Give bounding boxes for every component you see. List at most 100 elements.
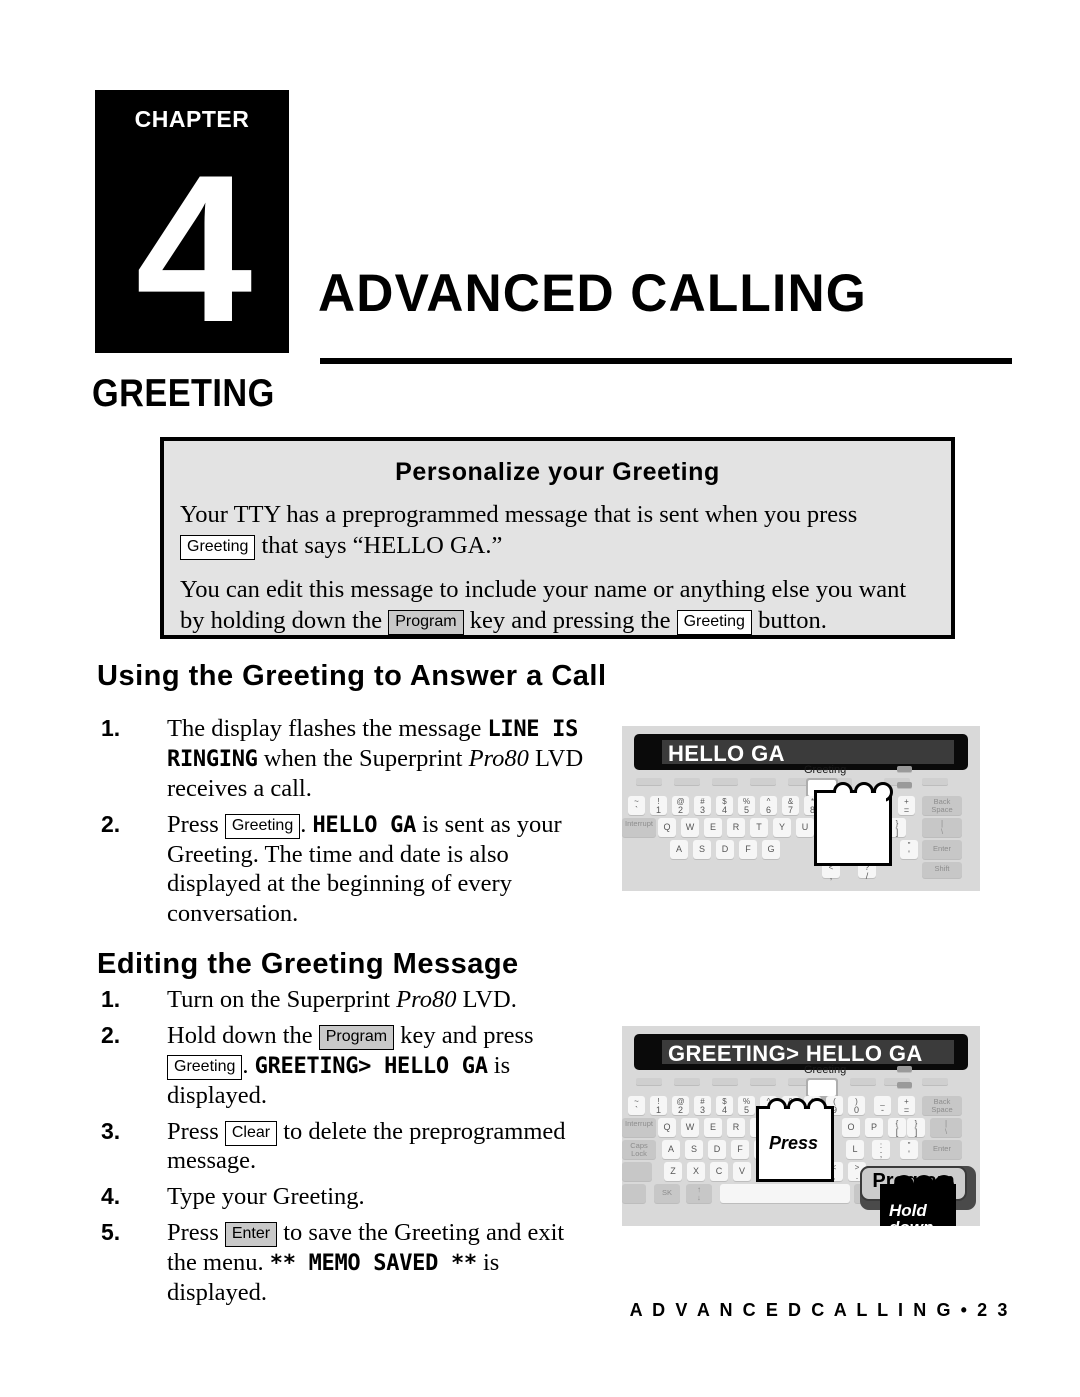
key-w[interactable]: W bbox=[681, 1118, 699, 1137]
key-equal[interactable]: + = bbox=[898, 796, 915, 815]
key-2[interactable]: @2 bbox=[672, 1096, 689, 1115]
greeting-key-label: Greeting bbox=[804, 1064, 847, 1076]
key-enter[interactable]: Enter bbox=[922, 1140, 962, 1159]
key-caps-lock[interactable]: Caps Lock bbox=[622, 1140, 656, 1159]
key-shift[interactable]: Shift bbox=[922, 862, 962, 878]
key-equal[interactable]: + = bbox=[898, 1096, 915, 1115]
key-q[interactable]: Q bbox=[658, 818, 676, 837]
key-s[interactable]: S bbox=[693, 840, 711, 859]
key-o[interactable]: O bbox=[842, 1118, 860, 1137]
key-e[interactable]: E bbox=[704, 818, 722, 837]
enter-keycap[interactable]: Enter bbox=[224, 1222, 278, 1248]
key-quote[interactable]: " ' bbox=[900, 840, 918, 859]
key-minus[interactable]: _- bbox=[874, 1096, 891, 1115]
callout-paragraph-1: Your TTY has a preprogrammed message tha… bbox=[180, 499, 935, 562]
key-f[interactable]: F bbox=[739, 840, 757, 859]
key-bracket-right[interactable]: }] bbox=[907, 1118, 925, 1137]
chapter-badge: CHAPTER 4 bbox=[95, 90, 289, 353]
section-heading-greeting: GREETING bbox=[92, 372, 275, 415]
function-key-blank[interactable] bbox=[712, 1078, 738, 1085]
key-4[interactable]: $4 bbox=[716, 1096, 733, 1115]
key-s[interactable]: S bbox=[685, 1140, 703, 1159]
key-control[interactable] bbox=[622, 1184, 646, 1203]
key-u[interactable]: U bbox=[796, 818, 814, 837]
key-interrupt[interactable]: Interrupt bbox=[622, 1118, 656, 1137]
key-interrupt[interactable]: Interrupt bbox=[622, 818, 656, 837]
key-4[interactable]: $4 bbox=[716, 796, 733, 815]
key-shift-left[interactable] bbox=[622, 1162, 652, 1181]
key-arrow[interactable]: ↑ ↓ bbox=[686, 1184, 712, 1203]
key-6[interactable]: ^6 bbox=[760, 796, 777, 815]
clear-keycap[interactable]: Clear bbox=[224, 1120, 278, 1146]
pointing-hand-icon: Press bbox=[756, 1098, 834, 1182]
key-tilde[interactable]: ~ ` bbox=[628, 1096, 645, 1115]
key-g[interactable]: G bbox=[762, 840, 780, 859]
key-bracket-left[interactable]: {[ bbox=[888, 1118, 906, 1137]
key-3[interactable]: #3 bbox=[694, 796, 711, 815]
key-v[interactable]: V bbox=[733, 1162, 751, 1181]
key-d[interactable]: D bbox=[708, 1140, 726, 1159]
step-number: 3. bbox=[101, 1117, 121, 1144]
function-key-blank[interactable] bbox=[674, 1078, 700, 1085]
steps-using-greeting: 1. The display flashes the message LINE … bbox=[97, 714, 597, 935]
lcd-text: ** MEMO SAVED ** bbox=[269, 1251, 477, 1276]
function-key-blank[interactable] bbox=[750, 1078, 776, 1085]
key-r[interactable]: R bbox=[727, 1118, 745, 1137]
key-q[interactable]: Q bbox=[658, 1118, 676, 1137]
key-space[interactable] bbox=[720, 1184, 850, 1203]
key-f[interactable]: F bbox=[731, 1140, 749, 1159]
key-tilde[interactable]: ~ ` bbox=[628, 796, 645, 815]
function-key-blank[interactable] bbox=[712, 778, 738, 785]
function-key-blank[interactable] bbox=[674, 778, 700, 785]
document-page: CHAPTER 4 ADVANCED CALLING GREETING Pers… bbox=[0, 0, 1080, 1397]
key-semicolon[interactable]: :; bbox=[872, 1140, 890, 1159]
key-1[interactable]: ! 1 bbox=[650, 796, 667, 815]
key-t[interactable]: T bbox=[750, 818, 768, 837]
key-backslash[interactable]: | \ bbox=[922, 818, 962, 837]
function-key-blank[interactable] bbox=[750, 778, 776, 785]
key-0[interactable]: )0 bbox=[848, 1096, 865, 1115]
function-key-blank[interactable] bbox=[922, 1078, 948, 1085]
key-backspace[interactable]: Back Space bbox=[922, 796, 962, 815]
keyboard-graphic: Greeting ~` !1 @2 #3 $4 %5 ^6 &7 *8 (9 )… bbox=[622, 1064, 980, 1226]
key-3[interactable]: #3 bbox=[694, 1096, 711, 1115]
key-w[interactable]: W bbox=[681, 818, 699, 837]
key-7[interactable]: &7 bbox=[782, 796, 799, 815]
step-number: 5. bbox=[101, 1219, 121, 1246]
key-l[interactable]: L bbox=[846, 1140, 864, 1159]
key-a[interactable]: A bbox=[662, 1140, 680, 1159]
function-key-blank[interactable] bbox=[636, 778, 662, 785]
key-quote[interactable]: " ' bbox=[900, 1140, 918, 1159]
key-z[interactable]: Z bbox=[664, 1162, 682, 1181]
key-p[interactable]: P bbox=[865, 1118, 883, 1137]
greeting-keycap[interactable]: Greeting bbox=[180, 535, 256, 561]
key-backspace[interactable]: Back Space bbox=[922, 1096, 962, 1115]
press-label: Press bbox=[769, 1133, 819, 1153]
keyboard-graphic: Greeting ~` !1 @2 #3 $4 %5 ^6 &7 *8 (9 )… bbox=[622, 764, 980, 891]
key-a[interactable]: A bbox=[670, 840, 688, 859]
function-key-blank[interactable] bbox=[850, 1078, 876, 1085]
key-1[interactable]: ! 1 bbox=[650, 1096, 667, 1115]
function-key-blank[interactable] bbox=[922, 778, 948, 785]
program-keycap[interactable]: Program bbox=[318, 1024, 395, 1050]
key-enter[interactable]: Enter bbox=[922, 840, 962, 859]
key-2[interactable]: @2 bbox=[672, 796, 689, 815]
key-d[interactable]: D bbox=[716, 840, 734, 859]
key-c[interactable]: C bbox=[710, 1162, 728, 1181]
key-5[interactable]: % 5 bbox=[738, 796, 755, 815]
function-key-blank[interactable] bbox=[636, 1078, 662, 1085]
key-backslash[interactable]: | \ bbox=[930, 1118, 962, 1137]
key-x[interactable]: X bbox=[687, 1162, 705, 1181]
indicator-blank bbox=[897, 766, 912, 772]
greeting-keycap-2[interactable]: Greeting bbox=[676, 610, 752, 636]
greeting-keycap[interactable]: Greeting bbox=[224, 813, 301, 839]
key-y[interactable]: Y bbox=[773, 818, 791, 837]
key-sk[interactable]: SK bbox=[654, 1184, 680, 1203]
program-keycap[interactable]: Program bbox=[388, 610, 464, 636]
greeting-keycap[interactable]: Greeting bbox=[167, 1054, 243, 1080]
key-e[interactable]: E bbox=[704, 1118, 722, 1137]
key-r[interactable]: R bbox=[727, 818, 745, 837]
page-footer: A D V A N C E D C A L L I N G • 2 3 bbox=[629, 1300, 1010, 1320]
step-text-c: . bbox=[242, 1051, 255, 1079]
key-5[interactable]: % 5 bbox=[738, 1096, 755, 1115]
